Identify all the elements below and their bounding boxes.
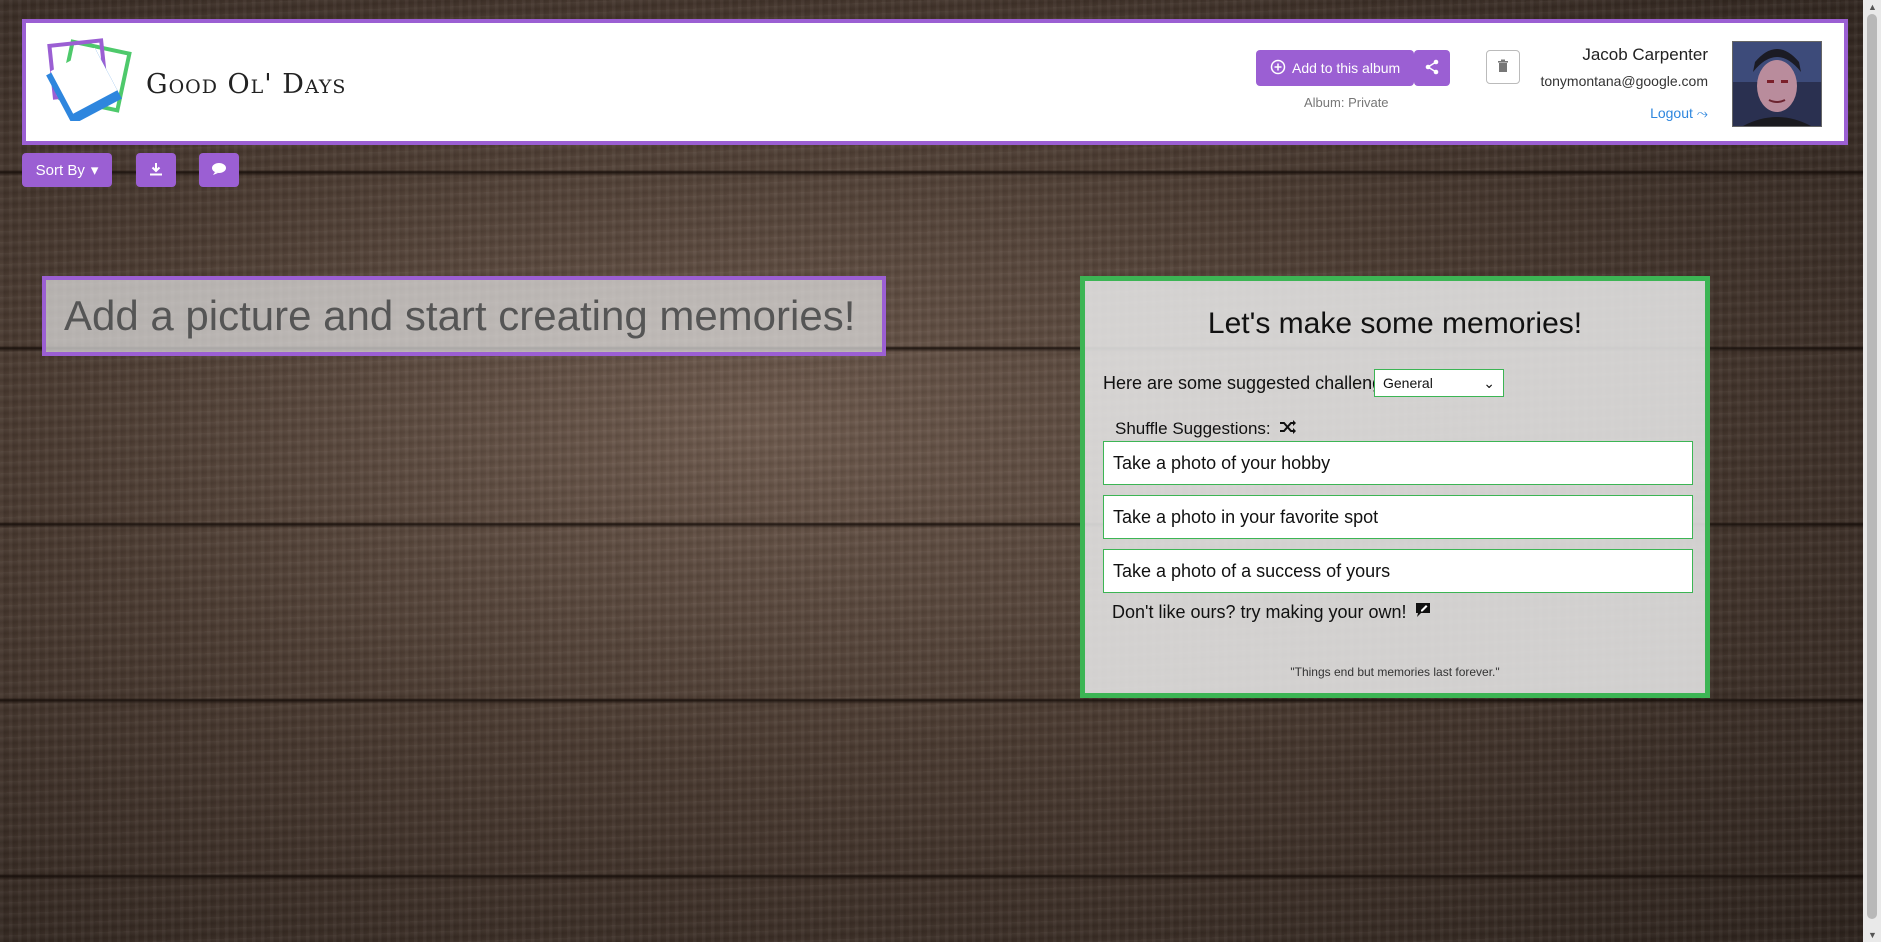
challenges-title: Let's make some memories! <box>1207 307 1583 340</box>
share-button[interactable] <box>1414 50 1450 86</box>
add-to-album-label: Add to this album <box>1292 60 1401 76</box>
plus-circle-icon <box>1270 59 1286 78</box>
sort-by-label: Sort By <box>35 161 85 179</box>
suggested-challenges-label: Here are some suggested challenges: <box>1103 373 1407 393</box>
logo-icon[interactable] <box>46 37 146 125</box>
user-name: Jacob Carpenter <box>1582 45 1708 64</box>
shuffle-suggestions[interactable]: Shuffle Suggestions: <box>1115 419 1297 439</box>
scroll-down-icon[interactable]: ▼ <box>1868 930 1877 940</box>
caret-down-icon: ▾ <box>90 162 99 179</box>
suggestion-item[interactable]: Take a photo of a success of yours <box>1103 549 1693 593</box>
challenge-category-select[interactable]: General ⌄ <box>1374 369 1504 397</box>
scrollbar-thumb[interactable] <box>1867 14 1877 919</box>
trash-icon <box>1496 59 1510 76</box>
shuffle-icon[interactable] <box>1279 419 1297 439</box>
make-your-own-link[interactable]: Don't like ours? try making your own! <box>1112 602 1431 623</box>
category-selected-value: General <box>1383 375 1433 391</box>
delete-album-button[interactable] <box>1486 50 1520 84</box>
comment-icon <box>211 162 227 179</box>
logout-link[interactable]: Logout ⤳ <box>1650 105 1708 122</box>
add-to-album-button[interactable]: Add to this album <box>1256 50 1415 86</box>
scroll-up-icon[interactable]: ▲ <box>1868 2 1877 12</box>
album-status: Album: Private <box>1304 95 1389 110</box>
sort-by-dropdown[interactable]: Sort By ▾ <box>22 153 112 187</box>
comments-button[interactable] <box>199 153 239 187</box>
challenges-panel: Let's make some memories! Here are some … <box>1080 276 1710 698</box>
suggestion-item[interactable]: Take a photo of your hobby <box>1103 441 1693 485</box>
empty-album-message: Add a picture and start creating memorie… <box>42 276 886 356</box>
suggestion-item[interactable]: Take a photo in your favorite spot <box>1103 495 1693 539</box>
app-header: Good Ol' Days Add to this album Album: P… <box>22 19 1848 145</box>
make-your-own-label: Don't like ours? try making your own! <box>1112 602 1407 622</box>
scrollbar[interactable]: ▲ ▼ <box>1863 0 1881 942</box>
logout-icon: ⤳ <box>1696 105 1708 121</box>
user-email: tonymontana@google.com <box>1540 73 1708 89</box>
download-button[interactable] <box>136 153 176 187</box>
chevron-down-icon: ⌄ <box>1483 374 1495 391</box>
shuffle-label: Shuffle Suggestions: <box>1115 419 1271 438</box>
avatar[interactable] <box>1732 41 1822 127</box>
brand-name[interactable]: Good Ol' Days <box>146 69 346 100</box>
quote-text: "Things end but memories last forever." <box>1290 665 1500 679</box>
share-icon <box>1424 59 1440 78</box>
comment-edit-icon <box>1415 602 1431 623</box>
logout-label: Logout <box>1650 105 1693 121</box>
download-icon <box>149 162 163 179</box>
